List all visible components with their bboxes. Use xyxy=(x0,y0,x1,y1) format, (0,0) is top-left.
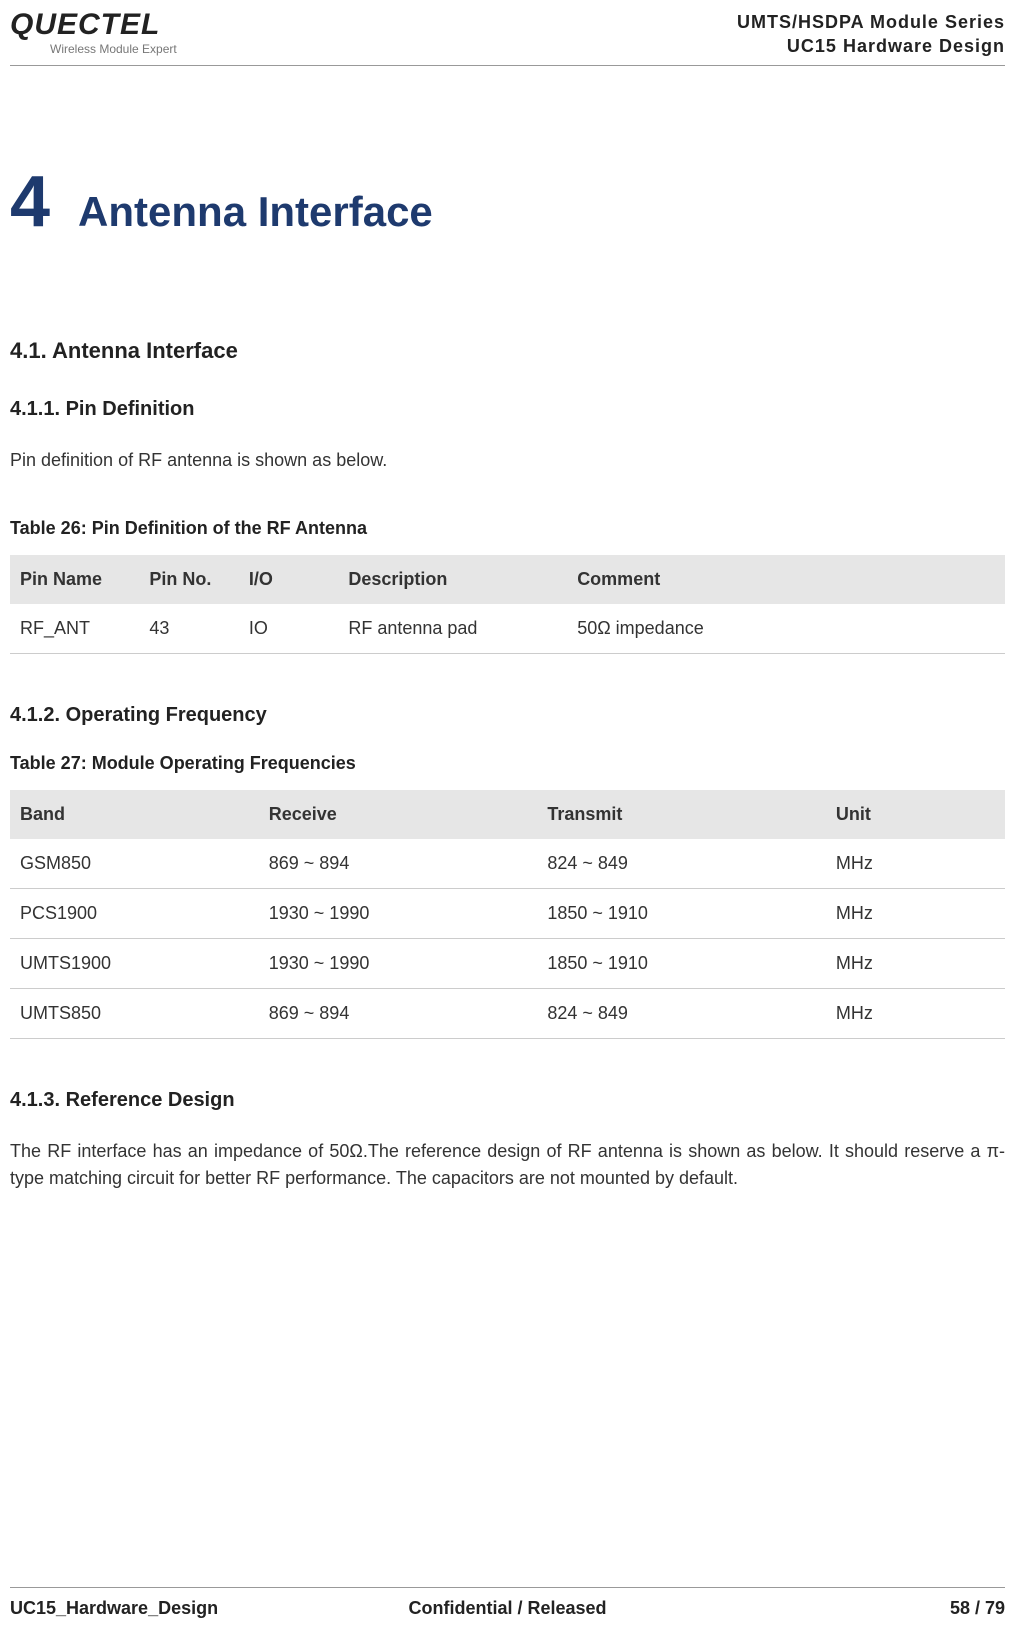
table27-h2: Transmit xyxy=(537,790,826,839)
cell: 43 xyxy=(139,604,239,654)
footer-left: UC15_Hardware_Design xyxy=(10,1598,218,1619)
table26-header-row: Pin Name Pin No. I/O Description Comment xyxy=(10,555,1005,604)
cell: GSM850 xyxy=(10,839,259,889)
footer-center: Confidential / Released xyxy=(408,1598,606,1619)
header-line2: UC15 Hardware Design xyxy=(737,34,1005,58)
table-row: GSM850 869 ~ 894 824 ~ 849 MHz xyxy=(10,839,1005,889)
table-row: RF_ANT 43 IO RF antenna pad 50Ω impedanc… xyxy=(10,604,1005,654)
table27: Band Receive Transmit Unit GSM850 869 ~ … xyxy=(10,790,1005,1039)
cell: 1850 ~ 1910 xyxy=(537,938,826,988)
cell: 824 ~ 849 xyxy=(537,839,826,889)
section-4-1-heading: 4.1. Antenna Interface xyxy=(10,338,1005,364)
page-header: QUECTEL Wireless Module Expert UMTS/HSDP… xyxy=(10,10,1005,66)
cell: UMTS1900 xyxy=(10,938,259,988)
section-4-1-1-intro: Pin definition of RF antenna is shown as… xyxy=(10,447,1005,474)
table27-h0: Band xyxy=(10,790,259,839)
cell: RF antenna pad xyxy=(338,604,567,654)
table26-h3: Description xyxy=(338,555,567,604)
table27-caption: Table 27: Module Operating Frequencies xyxy=(10,753,1005,774)
cell: 869 ~ 894 xyxy=(259,839,538,889)
table27-h1: Receive xyxy=(259,790,538,839)
table26-h4: Comment xyxy=(567,555,1005,604)
chapter-heading: 4 Antenna Interface xyxy=(10,166,1005,238)
cell: MHz xyxy=(826,888,1005,938)
table26-h2: I/O xyxy=(239,555,339,604)
cell: IO xyxy=(239,604,339,654)
section-4-1-2-heading: 4.1.2. Operating Frequency xyxy=(10,704,1005,727)
footer-right: 58 / 79 xyxy=(950,1598,1005,1619)
cell: PCS1900 xyxy=(10,888,259,938)
cell: 1850 ~ 1910 xyxy=(537,888,826,938)
cell: 824 ~ 849 xyxy=(537,988,826,1038)
table27-header-row: Band Receive Transmit Unit xyxy=(10,790,1005,839)
table-row: PCS1900 1930 ~ 1990 1850 ~ 1910 MHz xyxy=(10,888,1005,938)
table26-h0: Pin Name xyxy=(10,555,139,604)
cell: MHz xyxy=(826,988,1005,1038)
table26-caption: Table 26: Pin Definition of the RF Anten… xyxy=(10,518,1005,539)
header-line1: UMTS/HSDPA Module Series xyxy=(737,10,1005,34)
cell: UMTS850 xyxy=(10,988,259,1038)
cell: 50Ω impedance xyxy=(567,604,1005,654)
logo-main: QUECTEL xyxy=(10,10,177,40)
cell: MHz xyxy=(826,839,1005,889)
table-row: UMTS850 869 ~ 894 824 ~ 849 MHz xyxy=(10,988,1005,1038)
table26-h1: Pin No. xyxy=(139,555,239,604)
section-4-1-3-heading: 4.1.3. Reference Design xyxy=(10,1089,1005,1112)
section-4-1-3-body: The RF interface has an impedance of 50Ω… xyxy=(10,1138,1005,1192)
section-4-1-1-heading: 4.1.1. Pin Definition xyxy=(10,398,1005,421)
page-footer: UC15_Hardware_Design Confidential / Rele… xyxy=(10,1587,1005,1619)
logo-sub: Wireless Module Expert xyxy=(50,42,177,56)
cell: 1930 ~ 1990 xyxy=(259,888,538,938)
cell: 869 ~ 894 xyxy=(259,988,538,1038)
table27-h3: Unit xyxy=(826,790,1005,839)
table26: Pin Name Pin No. I/O Description Comment… xyxy=(10,555,1005,654)
cell: MHz xyxy=(826,938,1005,988)
cell: 1930 ~ 1990 xyxy=(259,938,538,988)
logo-block: QUECTEL Wireless Module Expert xyxy=(10,10,177,56)
cell: RF_ANT xyxy=(10,604,139,654)
header-right: UMTS/HSDPA Module Series UC15 Hardware D… xyxy=(737,10,1005,59)
chapter-title: Antenna Interface xyxy=(78,188,433,236)
chapter-number: 4 xyxy=(10,166,50,238)
table-row: UMTS1900 1930 ~ 1990 1850 ~ 1910 MHz xyxy=(10,938,1005,988)
